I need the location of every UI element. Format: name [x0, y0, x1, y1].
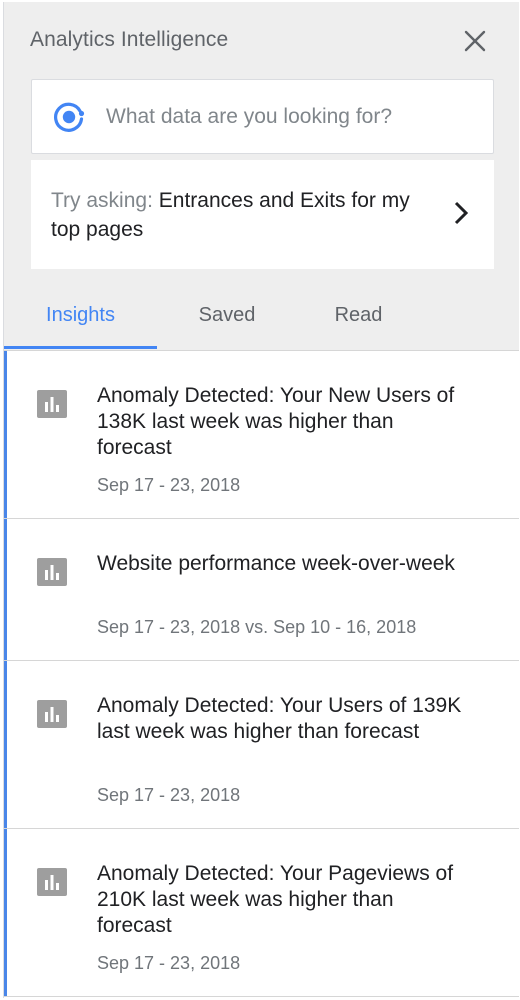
- insight-card[interactable]: Anomaly Detected: Your New Users of 138K…: [4, 351, 519, 519]
- insight-accent-bar: [4, 351, 7, 518]
- search-input[interactable]: [106, 98, 476, 136]
- bar-chart-icon: [37, 390, 67, 418]
- analytics-intelligence-panel: Analytics Intelligence Try asking: Entra…: [3, 2, 519, 998]
- insight-date: Sep 17 - 23, 2018: [97, 785, 241, 805]
- insight-title: Anomaly Detected: Your Pageviews of 210K…: [97, 862, 454, 937]
- insight-accent-bar: [4, 661, 7, 828]
- insight-card[interactable]: Website performance week-over-week Sep 1…: [4, 519, 519, 661]
- suggested-query-card[interactable]: Try asking: Entrances and Exits for my t…: [31, 160, 494, 269]
- close-icon: [464, 30, 486, 52]
- insight-accent-bar: [4, 829, 7, 996]
- close-button[interactable]: [460, 26, 490, 56]
- chevron-right-icon[interactable]: [451, 200, 473, 226]
- insight-title: Anomaly Detected: Your New Users of 138K…: [97, 384, 455, 459]
- insight-date: Sep 17 - 23, 2018 vs. Sep 10 - 16, 2018: [97, 617, 417, 637]
- insight-title: Anomaly Detected: Your Users of 139K las…: [97, 694, 462, 743]
- insight-date: Sep 17 - 23, 2018: [97, 953, 241, 973]
- tab-saved[interactable]: Saved: [157, 280, 297, 350]
- tab-read[interactable]: Read: [297, 280, 420, 350]
- tab-bar: Insights Saved Read: [4, 280, 519, 350]
- search-box[interactable]: [31, 79, 494, 154]
- suggested-query-text: Try asking: Entrances and Exits for my t…: [51, 186, 431, 244]
- tab-insights[interactable]: Insights: [4, 280, 157, 350]
- panel-top-area: Analytics Intelligence Try asking: Entra…: [4, 2, 519, 351]
- bar-chart-icon: [37, 558, 67, 586]
- insight-date: Sep 17 - 23, 2018: [97, 475, 241, 495]
- bar-chart-icon: [37, 868, 67, 896]
- bar-chart-icon: [37, 700, 67, 728]
- insights-list: Anomaly Detected: Your New Users of 138K…: [4, 351, 519, 997]
- panel-title: Analytics Intelligence: [30, 28, 229, 51]
- insight-card[interactable]: Anomaly Detected: Your Pageviews of 210K…: [4, 829, 519, 997]
- analytics-intelligence-icon: [54, 102, 85, 132]
- insight-accent-bar: [4, 519, 7, 660]
- suggested-query-prefix: Try asking:: [51, 189, 153, 212]
- active-tab-indicator: [4, 346, 157, 349]
- insight-card[interactable]: Anomaly Detected: Your Users of 139K las…: [4, 661, 519, 829]
- insight-title: Website performance week-over-week: [97, 552, 455, 575]
